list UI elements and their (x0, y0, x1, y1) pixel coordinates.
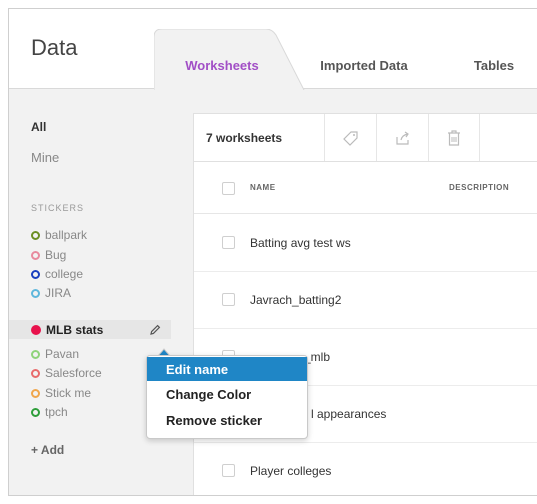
sticker-color-icon (31, 388, 40, 398)
sticker-label: ballpark (45, 228, 88, 242)
tab-tables[interactable]: Tables (459, 41, 529, 89)
sticker-stick-me[interactable]: Stick me (31, 385, 91, 401)
sticker-color-icon (31, 325, 41, 335)
sticker-color-icon (31, 407, 40, 417)
row-checkbox[interactable] (222, 236, 235, 249)
worksheet-name[interactable]: l appearances (311, 407, 386, 421)
column-description-header[interactable]: DESCRIPTION (449, 183, 509, 192)
change-color-menu-item[interactable]: Change Color (147, 382, 307, 406)
table-row[interactable]: Player colleges (194, 443, 537, 495)
sticker-color-icon (31, 250, 40, 260)
tab-imported-data[interactable]: Imported Data (309, 41, 419, 89)
sidebar-item-mine[interactable]: Mine (31, 150, 59, 165)
tag-icon[interactable] (324, 114, 376, 161)
app-title: Data (31, 35, 78, 60)
edit-name-menu-item[interactable]: Edit name (147, 357, 307, 381)
sticker-color-icon (31, 269, 40, 279)
table-row[interactable]: Batting avg test ws (194, 215, 537, 272)
sticker-color-icon (31, 288, 40, 298)
top-bar: Data Worksheets Imported Data Tables (9, 9, 537, 90)
worksheet-count: 7 worksheets (206, 131, 283, 145)
select-all-checkbox[interactable] (222, 182, 235, 195)
column-name-header[interactable]: NAME (250, 183, 276, 192)
worksheet-name[interactable]: Javrach_batting2 (250, 293, 341, 307)
sticker-context-menu: Edit name Change Color Remove sticker (146, 355, 308, 439)
sticker-bug[interactable]: Bug (31, 247, 66, 263)
sticker-pavan[interactable]: Pavan (31, 346, 79, 362)
sticker-color-icon (31, 230, 40, 240)
sticker-label: Bug (45, 248, 67, 262)
stickers-heading: STICKERS (31, 203, 85, 213)
worksheet-name[interactable]: Player colleges (250, 464, 331, 478)
pencil-icon[interactable] (148, 323, 162, 337)
sticker-color-icon (31, 349, 40, 359)
sticker-label: MLB stats (46, 323, 104, 337)
sticker-label: college (45, 267, 84, 281)
share-icon[interactable] (376, 114, 428, 161)
sticker-mlb-stats[interactable]: MLB stats (31, 322, 103, 338)
sticker-salesforce[interactable]: Salesforce (31, 365, 102, 381)
sticker-label: tpch (45, 405, 68, 419)
trash-icon[interactable] (428, 114, 480, 161)
add-sticker-button[interactable]: + Add (31, 443, 64, 457)
sticker-label: Salesforce (45, 366, 102, 380)
table-row[interactable]: Javrach_batting2 (194, 272, 537, 329)
remove-sticker-menu-item[interactable]: Remove sticker (147, 408, 307, 432)
sticker-college[interactable]: college (31, 266, 83, 282)
sticker-color-icon (31, 368, 40, 378)
row-checkbox[interactable] (222, 293, 235, 306)
row-checkbox[interactable] (222, 464, 235, 477)
app-window: Data Worksheets Imported Data Tables All… (8, 8, 537, 496)
sticker-jira[interactable]: JIRA (31, 285, 71, 301)
sidebar-item-all[interactable]: All (31, 120, 46, 134)
worksheet-name[interactable]: Batting avg test ws (250, 236, 351, 250)
sticker-label: JIRA (45, 286, 72, 300)
sticker-label: Stick me (45, 386, 92, 400)
sticker-label: Pavan (45, 347, 80, 361)
sticker-tpch[interactable]: tpch (31, 404, 68, 420)
sticker-ballpark[interactable]: ballpark (31, 227, 87, 243)
list-toolbar: 7 worksheets (194, 114, 537, 162)
tab-worksheets[interactable]: Worksheets (167, 41, 277, 89)
column-header-row: NAME DESCRIPTION (194, 162, 537, 214)
